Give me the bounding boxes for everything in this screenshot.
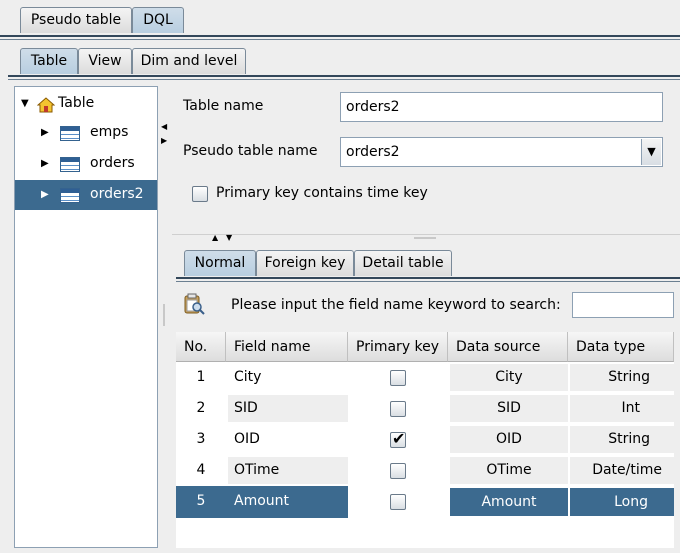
sub-tab-divider-inner <box>8 79 680 80</box>
table-name-input[interactable]: orders2 <box>340 92 663 122</box>
tab-dql[interactable]: DQL <box>132 7 184 33</box>
cell-data-type[interactable]: String <box>570 426 674 453</box>
top-tab-bar: Pseudo table DQL <box>0 0 680 36</box>
clipboard-search-icon[interactable] <box>183 293 205 315</box>
cell-field-name[interactable]: OTime <box>228 457 348 484</box>
field-grid: No. Field name Primary key Data source D… <box>176 332 674 548</box>
expand-arrow-icon[interactable]: ▼ <box>21 98 29 109</box>
cell-no: 1 <box>196 369 206 385</box>
field-tab-divider-inner <box>176 281 680 282</box>
cell-field-name[interactable]: SID <box>228 395 348 422</box>
header-no[interactable]: No. <box>176 332 226 362</box>
tree-item-orders[interactable]: ▶ orders <box>15 149 157 179</box>
collapse-arrow-icon[interactable]: ▶ <box>41 158 49 169</box>
arrow-right-icon[interactable]: ▶ <box>161 136 167 145</box>
tree-item-label: orders2 <box>90 186 144 202</box>
header-data-source[interactable]: Data source <box>448 332 568 362</box>
cell-data-type[interactable]: Long <box>570 488 674 516</box>
tab-detail-table[interactable]: Detail table <box>354 250 452 276</box>
arrow-left-icon[interactable]: ◀ <box>161 122 167 131</box>
primary-key-checkbox[interactable] <box>390 463 406 479</box>
splitter-grip <box>414 237 436 239</box>
pseudo-table-name-value: orders2 <box>346 144 400 160</box>
tab-normal[interactable]: Normal <box>184 250 256 276</box>
tree-item-label: orders <box>90 155 135 171</box>
cell-no: 4 <box>196 462 206 478</box>
tree-item-label: emps <box>90 124 129 140</box>
field-search-input[interactable] <box>572 292 674 318</box>
field-tab-divider <box>176 277 680 279</box>
horizontal-splitter[interactable]: ▲ ▼ <box>172 233 680 242</box>
cell-field-name[interactable]: OID <box>226 424 348 455</box>
pseudo-table-name-select[interactable]: orders2 ▼ <box>340 137 663 167</box>
primary-time-key-label: Primary key contains time key <box>216 185 428 201</box>
cell-field-name[interactable]: Amount <box>226 486 348 517</box>
cell-data-source[interactable]: OTime <box>450 457 568 484</box>
cell-field-name[interactable]: City <box>226 362 348 393</box>
collapse-arrow-icon[interactable]: ▶ <box>41 127 49 138</box>
vertical-splitter[interactable]: ◀ ▶ <box>158 86 170 548</box>
cell-no: 5 <box>196 493 206 509</box>
primary-key-checkbox[interactable] <box>390 494 406 510</box>
arrow-down-icon[interactable]: ▼ <box>226 233 232 242</box>
tab-view[interactable]: View <box>78 48 132 74</box>
splitter-grip <box>163 304 165 326</box>
primary-key-checkbox[interactable] <box>390 370 406 386</box>
cell-data-type[interactable]: Date/time <box>570 457 674 484</box>
pseudo-table-name-label: Pseudo table name <box>183 143 318 159</box>
tab-table[interactable]: Table <box>20 48 78 74</box>
cell-data-source[interactable]: City <box>450 364 568 391</box>
tree-root[interactable]: ▼ Table <box>15 89 157 119</box>
tab-dim-and-level[interactable]: Dim and level <box>132 48 246 74</box>
table-tree[interactable]: ▼ Table ▶ emps ▶ orders ▶ orders2 <box>14 86 158 548</box>
cell-data-type[interactable]: String <box>570 364 674 391</box>
cell-data-source[interactable]: SID <box>450 395 568 422</box>
tree-item-orders2[interactable]: ▶ orders2 <box>15 180 157 210</box>
table-icon <box>60 126 80 141</box>
collapse-arrow-icon[interactable]: ▶ <box>41 189 49 200</box>
primary-time-key-checkbox[interactable] <box>192 186 208 202</box>
cell-no: 3 <box>196 431 206 447</box>
table-icon <box>60 157 80 172</box>
tab-foreign-key[interactable]: Foreign key <box>256 250 354 276</box>
tab-divider <box>0 35 680 37</box>
tree-item-emps[interactable]: ▶ emps <box>15 118 157 148</box>
header-primary-key[interactable]: Primary key <box>348 332 448 362</box>
arrow-up-icon[interactable]: ▲ <box>212 233 218 242</box>
home-icon <box>37 97 55 113</box>
primary-key-checkbox[interactable] <box>390 401 406 417</box>
header-data-type[interactable]: Data type <box>568 332 674 362</box>
header-field-name[interactable]: Field name <box>226 332 348 362</box>
chevron-down-icon[interactable]: ▼ <box>641 139 661 165</box>
tab-pseudo-table[interactable]: Pseudo table <box>20 7 132 33</box>
cell-data-source[interactable]: OID <box>450 426 568 453</box>
cell-data-source[interactable]: Amount <box>450 488 568 516</box>
search-label: Please input the field name keyword to s… <box>231 297 561 313</box>
tab-divider-inner <box>0 39 680 40</box>
tree-root-label: Table <box>58 95 95 111</box>
cell-data-type[interactable]: Int <box>570 395 674 422</box>
cell-no: 2 <box>196 400 206 416</box>
primary-key-checkbox[interactable] <box>390 429 406 448</box>
sub-tab-divider <box>8 75 680 77</box>
table-icon <box>60 188 80 203</box>
table-name-label: Table name <box>183 98 264 114</box>
